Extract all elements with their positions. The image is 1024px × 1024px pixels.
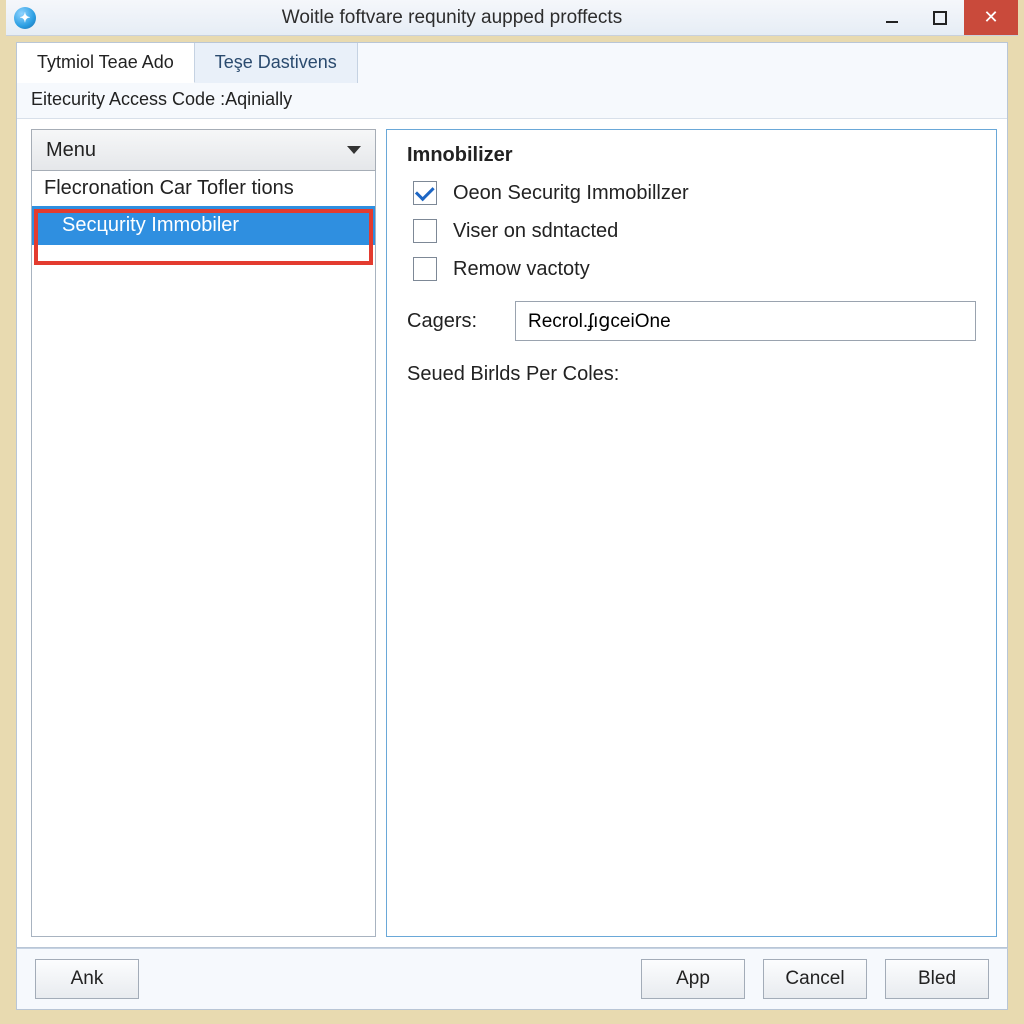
checkbox-label: Viser on sdntacted bbox=[453, 220, 618, 243]
cagers-label: Cagers: bbox=[407, 310, 497, 333]
menu-dropdown[interactable]: Menu bbox=[31, 129, 376, 171]
details-pane: Imnobilizer Oeon Securitg Immobillzer Vi… bbox=[386, 129, 997, 937]
checkbox-row-oeon: Oeon Securitg Immobillzer bbox=[407, 181, 976, 205]
cancel-button[interactable]: Cancel bbox=[763, 959, 867, 999]
tree-item-flecronation[interactable]: Flecronation Car Tofler tions bbox=[32, 171, 375, 206]
window-title: Woitle foftvare requnity aupped proffect… bbox=[36, 7, 868, 29]
close-icon: ✕ bbox=[983, 7, 998, 28]
checkbox-row-remow: Remow vactoty bbox=[407, 257, 976, 281]
window-controls: ✕ bbox=[868, 0, 1018, 35]
cagers-field-row: Cagers: bbox=[407, 301, 976, 341]
ank-button[interactable]: Ank bbox=[35, 959, 139, 999]
chevron-down-icon bbox=[347, 146, 361, 154]
minimize-icon bbox=[885, 11, 899, 25]
tab-tese[interactable]: Teşe Dastivens bbox=[195, 43, 358, 83]
tree-item-security-immobiler[interactable]: Secцurity Immobiler bbox=[32, 206, 375, 245]
checkbox-remow[interactable] bbox=[413, 257, 437, 281]
tab-strip: Tytmiol Teae Ado Teşe Dastivens bbox=[17, 43, 1007, 83]
checkbox-oeon-security[interactable] bbox=[413, 181, 437, 205]
checkbox-label: Oeon Securitg Immobillzer bbox=[453, 182, 689, 205]
app-icon: ✦ bbox=[14, 7, 36, 29]
maximize-icon bbox=[933, 11, 947, 25]
left-pane: Menu Flecronation Car Tofler tions ▣ Sec… bbox=[31, 129, 376, 937]
checkbox-row-viser: Viser on sdntacted bbox=[407, 219, 976, 243]
cagers-input[interactable] bbox=[515, 301, 976, 341]
tree-item-selected-label: Secцurity Immobiler bbox=[32, 206, 375, 245]
nav-tree: Flecronation Car Tofler tions ▣ Secцurit… bbox=[31, 171, 376, 937]
client-area: Tytmiol Teae Ado Teşe Dastivens Eitecuri… bbox=[16, 42, 1008, 948]
titlebar: ✦ Woitle foftvare requnity aupped proffe… bbox=[6, 0, 1018, 36]
seued-label: Seued Birlds Per Coles: bbox=[407, 363, 976, 386]
maximize-button[interactable] bbox=[916, 0, 964, 35]
minimize-button[interactable] bbox=[868, 0, 916, 35]
app-window: ✦ Woitle foftvare requnity aupped proffe… bbox=[6, 0, 1018, 1018]
menu-dropdown-label: Menu bbox=[46, 139, 96, 162]
checkbox-label: Remow vactoty bbox=[453, 258, 590, 281]
app-button[interactable]: App bbox=[641, 959, 745, 999]
details-title: Imnobilizer bbox=[407, 144, 976, 167]
bled-button[interactable]: Bled bbox=[885, 959, 989, 999]
footer-bar: Ank App Cancel Bled bbox=[16, 948, 1008, 1010]
subheader-label: Eitecurity Access Code :Aqinially bbox=[17, 83, 1007, 119]
tab-tytmiol[interactable]: Tytmiol Teae Ado bbox=[17, 43, 195, 83]
content-area: Menu Flecronation Car Tofler tions ▣ Sec… bbox=[17, 119, 1007, 947]
checkbox-viser[interactable] bbox=[413, 219, 437, 243]
close-button[interactable]: ✕ bbox=[964, 0, 1018, 35]
